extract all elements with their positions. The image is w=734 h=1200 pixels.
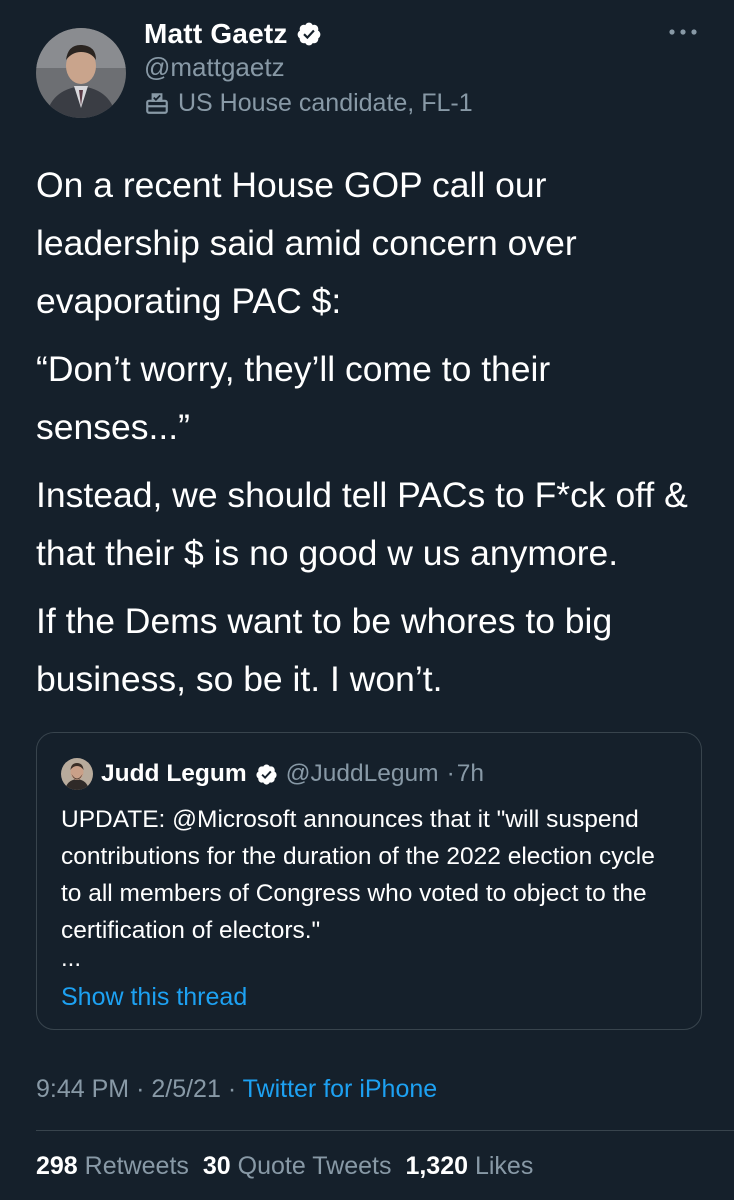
quoted-avatar: [61, 758, 93, 790]
verified-badge-icon: [256, 763, 277, 785]
likes-label: Likes: [474, 1152, 534, 1180]
quoted-ellipsis: ...: [61, 945, 82, 972]
more-options-icon[interactable]: [666, 22, 700, 42]
likes-count: 1,320: [405, 1152, 469, 1180]
tweet-source-link[interactable]: Twitter for iPhone: [243, 1075, 438, 1103]
tweet-time[interactable]: 9:44 PM: [36, 1075, 129, 1103]
retweets-count: 298: [36, 1152, 78, 1180]
verified-badge-icon: [297, 22, 320, 46]
account-label-text: US House candidate, FL-1: [178, 88, 473, 117]
tweet-text: On a recent House GOP call our leadershi…: [36, 156, 706, 718]
quoted-author-name: Judd Legum: [101, 760, 247, 787]
quoted-timestamp: 7h: [456, 760, 484, 787]
quoted-meta-separator: ·: [446, 760, 455, 787]
account-label: US House candidate, FL-1: [144, 86, 473, 120]
quote-tweets-label: Quote Tweets: [237, 1152, 392, 1180]
likes-stat[interactable]: 1,320 Likes: [405, 1152, 533, 1180]
tweet-paragraph: Instead, we should tell PACs to F*ck off…: [36, 475, 688, 573]
author-name[interactable]: Matt Gaetz: [144, 18, 288, 50]
divider: [36, 1130, 734, 1131]
quoted-tweet[interactable]: Judd Legum @JuddLegum · 7h UPDATE: @Micr…: [36, 732, 702, 1030]
author-handle[interactable]: @mattgaetz: [144, 52, 285, 83]
tweet-date[interactable]: 2/5/21: [151, 1075, 221, 1103]
author-line: Matt Gaetz: [144, 14, 322, 54]
avatar[interactable]: [36, 28, 126, 118]
quoted-tweet-header: Judd Legum @JuddLegum · 7h: [61, 757, 484, 791]
quoted-tweet-text: UPDATE: @Microsoft announces that it "wi…: [61, 806, 655, 944]
tweet-paragraph: If the Dems want to be whores to big bus…: [36, 601, 613, 699]
tweet-meta: 9:44 PM · 2/5/21 · Twitter for iPhone: [36, 1075, 437, 1104]
tweet-paragraph: On a recent House GOP call our leadershi…: [36, 165, 577, 321]
quoted-author-handle: @JuddLegum: [285, 760, 439, 787]
retweets-stat[interactable]: 298 Retweets: [36, 1152, 189, 1180]
quote-tweets-count: 30: [202, 1152, 231, 1180]
meta-separator: ·: [136, 1075, 145, 1103]
quote-tweets-stat[interactable]: 30 Quote Tweets: [203, 1152, 392, 1180]
ballot-box-icon: [146, 93, 168, 114]
tweet-paragraph: “Don’t worry, they’ll come to their sens…: [36, 349, 551, 447]
retweets-label: Retweets: [84, 1152, 189, 1180]
tweet-stats: 298 Retweets 30 Quote Tweets 1,320 Likes: [36, 1152, 547, 1181]
meta-separator: ·: [227, 1075, 237, 1103]
show-thread-link[interactable]: Show this thread: [61, 983, 247, 1012]
